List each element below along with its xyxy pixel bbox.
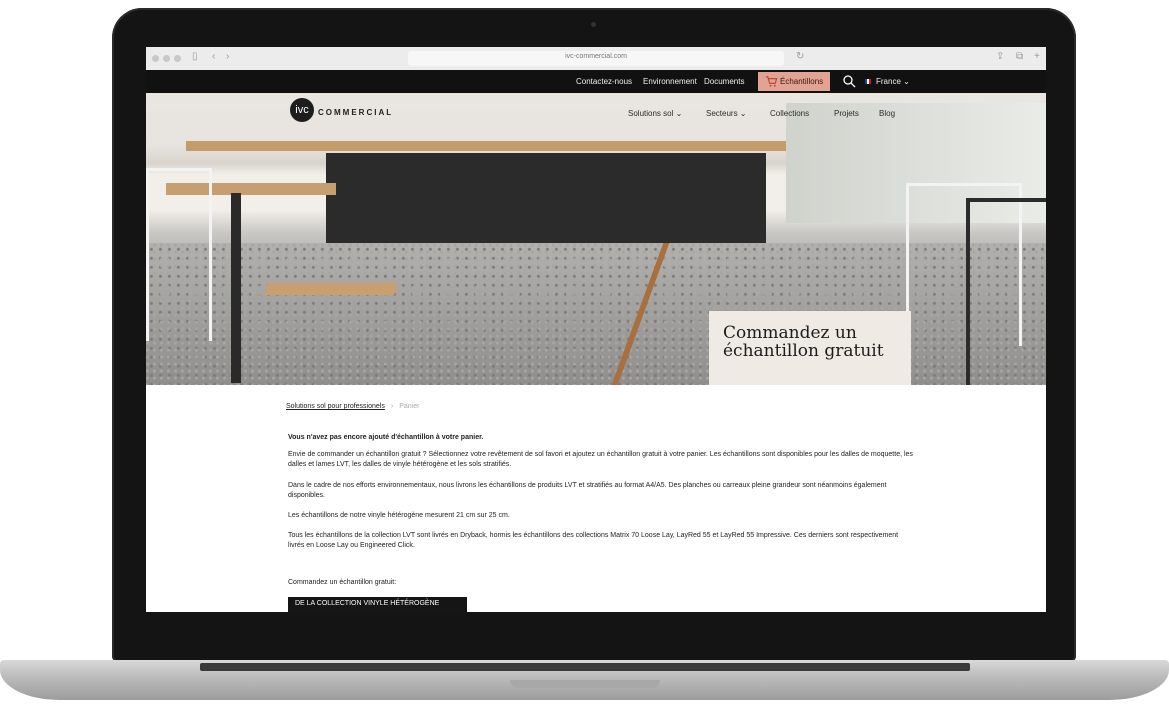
environment-link[interactable]: Environnement — [643, 77, 697, 86]
empty-cart-title: Vous n'avez pas encore ajouté d'échantil… — [288, 434, 484, 441]
hero-banner: ivc COMMERCIAL Solutions sol ⌄ Secteurs … — [146, 93, 1046, 385]
hero-title-card: Commandez un échantillon gratuit — [709, 311, 911, 385]
forward-icon[interactable]: › — [226, 51, 229, 62]
breadcrumb: Solutions sol pour professionels › Panier — [286, 403, 419, 410]
reload-icon[interactable]: ↻ — [796, 51, 804, 62]
share-icon[interactable]: ⇪ — [996, 51, 1004, 62]
collection-vinyl-button[interactable]: DE LA COLLECTION VINYLE HÉTÉROGÈNE — [288, 597, 467, 612]
address-bar[interactable]: ivc-commercial.com — [408, 51, 784, 66]
new-tab-icon[interactable]: + — [1034, 51, 1040, 62]
hero-chair-white — [146, 168, 212, 341]
hero-title-line-1: Commandez un — [723, 323, 857, 343]
cart-icon — [765, 76, 778, 87]
language-label: France — [876, 77, 901, 86]
laptop-screen: ▯ ‹ › ▢ ivc-commercial.com ↻ ⇪ ⧉ + Conta… — [146, 47, 1046, 612]
tabs-icon[interactable]: ⧉ — [1016, 51, 1023, 62]
breadcrumb-home-link[interactable]: Solutions sol pour professionels — [286, 403, 385, 410]
samples-cart-button[interactable]: Échantillons — [758, 72, 830, 91]
info-paragraph: Les échantillons de notre vinyle hétérog… — [288, 512, 510, 519]
breadcrumb-current: Panier — [399, 403, 420, 410]
nav-solutions-sol[interactable]: Solutions sol ⌄ — [628, 109, 682, 118]
ivc-logo-icon[interactable]: ivc — [290, 98, 314, 122]
breadcrumb-separator: › — [390, 403, 394, 410]
laptop-opening-notch — [510, 680, 660, 688]
nav-secteurs[interactable]: Secteurs ⌄ — [706, 109, 747, 118]
nav-collections[interactable]: Collections — [770, 109, 809, 118]
utility-bar: Contactez-nous Environnement Documents É… — [146, 70, 1046, 93]
france-flag-icon — [865, 79, 871, 84]
nav-label: Secteurs — [706, 109, 738, 118]
nav-label: Solutions sol — [628, 109, 674, 118]
contact-link[interactable]: Contactez-nous — [576, 77, 632, 86]
window-zoom-button[interactable] — [174, 55, 181, 62]
laptop-hinge — [200, 663, 970, 671]
hero-title-line-2: échantillon gratuit — [723, 341, 884, 361]
hero-counter-top — [186, 141, 786, 151]
language-selector[interactable]: France ⌄ — [876, 77, 910, 86]
hero-dark-wall — [326, 153, 766, 243]
samples-label: Échantillons — [780, 77, 824, 86]
sidebar-icon[interactable]: ▯ — [192, 51, 198, 62]
window-minimize-button[interactable] — [163, 55, 170, 62]
browser-toolbar: ▯ ‹ › ▢ ivc-commercial.com ↻ ⇪ ⧉ + — [146, 47, 1046, 71]
back-icon[interactable]: ‹ — [212, 51, 215, 62]
url-text: ivc-commercial.com — [565, 53, 627, 60]
collection-button-label: DE LA COLLECTION VINYLE HÉTÉROGÈNE — [295, 600, 440, 607]
order-prompt: Commandez un échantillon gratuit: — [288, 579, 397, 586]
nav-projets[interactable]: Projets — [834, 109, 859, 118]
documents-link[interactable]: Documents — [704, 77, 744, 86]
hero-bench — [264, 283, 398, 295]
hero-table-leg — [231, 193, 241, 383]
logo-text[interactable]: COMMERCIAL — [318, 108, 393, 117]
info-paragraph: Dans le cadre de nos efforts environneme… — [288, 482, 887, 499]
nav-blog[interactable]: Blog — [879, 109, 895, 118]
webcam — [591, 22, 596, 27]
search-icon[interactable] — [842, 74, 856, 88]
hero-chair-black — [966, 198, 1046, 385]
info-paragraph: Tous les échantillons de la collection L… — [288, 532, 899, 549]
info-paragraph: Envie de commander un échantillon gratui… — [288, 451, 913, 468]
window-close-button[interactable] — [152, 55, 159, 62]
